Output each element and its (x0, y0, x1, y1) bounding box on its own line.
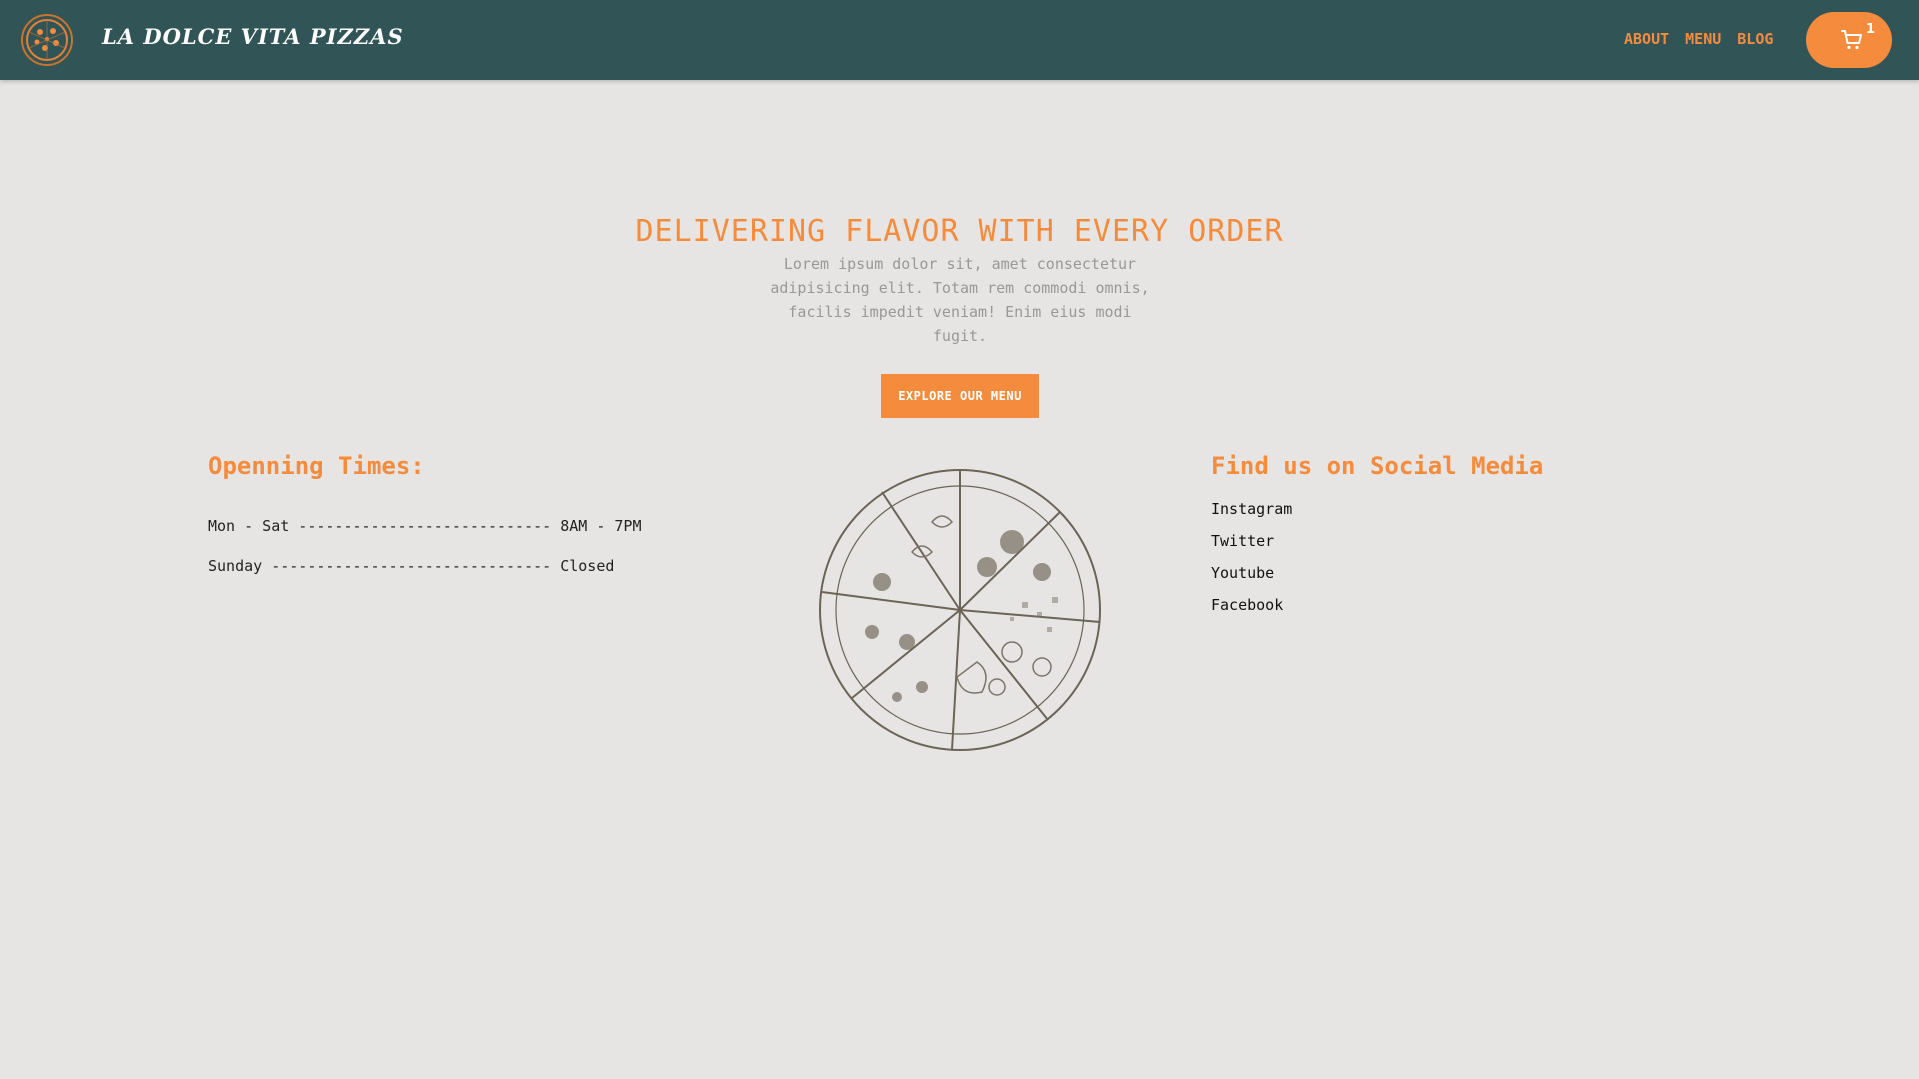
social-link-instagram[interactable]: Instagram (1211, 493, 1292, 525)
explore-menu-button[interactable]: EXPLORE OUR MENU (881, 374, 1039, 418)
hours-row-weekdays: Mon - Sat ---------------------------- 8… (208, 517, 642, 535)
cart-count-badge: 1 (1866, 22, 1876, 37)
pizza-sketch-illustration (819, 469, 1101, 751)
social-link-facebook[interactable]: Facebook (1211, 589, 1292, 621)
social-link-twitter[interactable]: Twitter (1211, 525, 1292, 557)
shopping-cart-icon (1841, 30, 1862, 50)
hours-row-sunday: Sunday ------------------------------- C… (208, 557, 615, 575)
navbar: LA DOLCE VITA PIZZAS ABOUT MENU BLOG 1 (0, 0, 1919, 80)
hero-description: Lorem ipsum dolor sit, amet consectetur … (770, 255, 1150, 345)
hero-title: DELIVERING FLAVOR WITH EVERY ORDER (635, 214, 1284, 249)
cart-button[interactable]: 1 (1806, 12, 1892, 68)
pizza-logo-icon[interactable] (18, 12, 76, 68)
brand-name[interactable]: LA DOLCE VITA PIZZAS (102, 24, 404, 49)
main-nav: ABOUT MENU BLOG (1624, 30, 1773, 48)
nav-link-about[interactable]: ABOUT (1624, 30, 1669, 48)
nav-link-blog[interactable]: BLOG (1737, 30, 1773, 48)
social-link-youtube[interactable]: Youtube (1211, 557, 1292, 589)
opening-times-title: Openning Times: (208, 452, 425, 480)
nav-link-menu[interactable]: MENU (1685, 30, 1721, 48)
social-links-list: Instagram Twitter Youtube Facebook (1211, 493, 1292, 621)
social-media-title: Find us on Social Media (1211, 452, 1544, 480)
